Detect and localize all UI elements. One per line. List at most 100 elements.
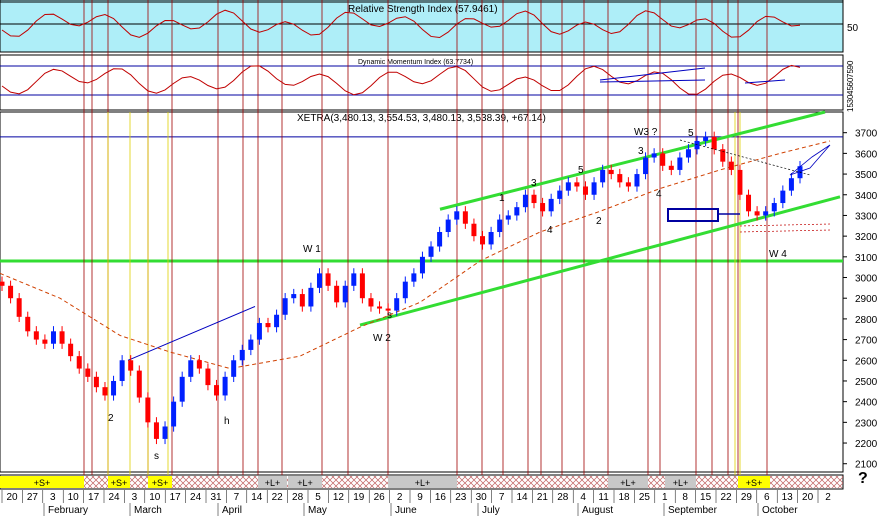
- candle-body: [377, 306, 383, 309]
- x-tick-label: 31: [210, 492, 222, 503]
- x-tick-label: 24: [108, 492, 120, 503]
- candle-body: [608, 169, 614, 175]
- help-mark[interactable]: ?: [858, 470, 868, 488]
- candle-body: [634, 174, 640, 187]
- candle-body: [196, 360, 202, 369]
- candle-body: [522, 194, 528, 208]
- y-tick-label: 3500: [855, 170, 878, 181]
- candle-body: [728, 161, 734, 170]
- candle-body: [694, 140, 700, 150]
- candle-body: [222, 376, 228, 396]
- y-tick-label: 2300: [855, 418, 878, 429]
- candle-body: [282, 298, 288, 315]
- x-tick-label: 14: [251, 492, 263, 503]
- candle-body: [145, 397, 151, 423]
- candle-body: [111, 380, 117, 396]
- x-tick-label: 2: [825, 492, 831, 503]
- candle-body: [445, 219, 451, 232]
- wave-annotation: W 2: [373, 333, 391, 344]
- signal-label: +L+: [297, 478, 313, 488]
- rsi-axis-label-50: 50: [847, 23, 859, 34]
- candle-body: [316, 273, 322, 288]
- wave-annotation: s: [387, 310, 392, 321]
- signal-label: +S+: [152, 478, 169, 488]
- candle-body: [540, 203, 546, 212]
- candle-body: [188, 360, 194, 377]
- x-tick-label: 15: [700, 492, 712, 503]
- chart-canvas: 50 Relative Strength Index (57.9461) Dynam…: [0, 0, 878, 516]
- y-tick-label: 2900: [855, 294, 878, 305]
- candle-body: [153, 422, 159, 439]
- candle-body: [334, 285, 340, 303]
- month-label: August: [582, 505, 613, 516]
- y-tick-label: 2500: [855, 377, 878, 388]
- candle-body: [205, 368, 211, 386]
- signal-label: +S+: [111, 478, 128, 488]
- candle-body: [746, 194, 752, 212]
- candle-body: [291, 294, 297, 299]
- main-panel-frame: [0, 111, 844, 473]
- x-tick-label: 2: [397, 492, 403, 503]
- candle-body: [780, 190, 786, 204]
- signal-label: +L+: [673, 478, 689, 488]
- candle-body: [788, 178, 794, 191]
- x-tick-label: 17: [88, 492, 100, 503]
- candle-body: [59, 331, 65, 344]
- y-tick-label: 2400: [855, 398, 878, 409]
- candle-body: [119, 360, 125, 381]
- candle-body: [480, 236, 486, 245]
- x-tick-label: 8: [682, 492, 688, 503]
- candle-body: [557, 190, 563, 199]
- x-tick-label: 28: [292, 492, 304, 503]
- candle-body: [402, 281, 408, 299]
- candle-body: [342, 285, 348, 303]
- month-label: June: [395, 505, 417, 516]
- x-tick-label: 11: [598, 492, 609, 503]
- candle-body: [703, 136, 709, 141]
- candle-body: [488, 232, 494, 245]
- x-tick-label: 7: [234, 492, 240, 503]
- x-tick-label: 3: [50, 492, 56, 503]
- month-label: February: [48, 505, 88, 516]
- x-tick-label: 4: [580, 492, 586, 503]
- wave-annotation: 1: [499, 193, 505, 204]
- wave-annotation: 3: [638, 146, 644, 157]
- wave-annotation: W 4: [769, 249, 787, 260]
- wave-annotation: W 1: [303, 244, 321, 255]
- y-tick-label: 3400: [855, 191, 878, 202]
- month-label: September: [668, 505, 718, 516]
- candle-body: [651, 153, 657, 158]
- candle-body: [171, 401, 177, 427]
- candle-body: [471, 223, 477, 237]
- candle-body: [428, 246, 434, 257]
- wave-annotation: 2: [596, 216, 602, 227]
- candle-body: [462, 211, 468, 224]
- candle-body: [368, 298, 374, 307]
- candle-body: [582, 186, 588, 195]
- wave-annotation: W3 ?: [634, 127, 658, 138]
- y-tick-label: 3600: [855, 149, 878, 160]
- candle-body: [565, 182, 571, 191]
- candle-body: [763, 211, 769, 216]
- wave-annotation: 4: [656, 189, 662, 200]
- month-label: March: [134, 505, 162, 516]
- x-tick-label: 26: [374, 492, 386, 503]
- candle-body: [136, 370, 142, 398]
- x-tick-label: 20: [6, 492, 18, 503]
- candle-body: [8, 285, 14, 299]
- wave-annotation: 5: [578, 165, 584, 176]
- wave-annotation: s: [154, 451, 159, 462]
- candle-body: [531, 194, 537, 204]
- x-tick-label: 24: [190, 492, 202, 503]
- candle-body: [617, 174, 623, 183]
- y-tick-label: 3300: [855, 211, 878, 222]
- y-tick-label: 2600: [855, 356, 878, 367]
- rsi-title: Relative Strength Index (57.9461): [348, 4, 498, 15]
- y-tick-label: 2800: [855, 315, 878, 326]
- candle-body: [351, 273, 357, 286]
- candle-body: [394, 298, 400, 311]
- signal-label: +S+: [746, 478, 763, 488]
- month-label: April: [222, 505, 242, 516]
- candle-body: [0, 281, 5, 286]
- x-tick-label: 21: [537, 492, 549, 503]
